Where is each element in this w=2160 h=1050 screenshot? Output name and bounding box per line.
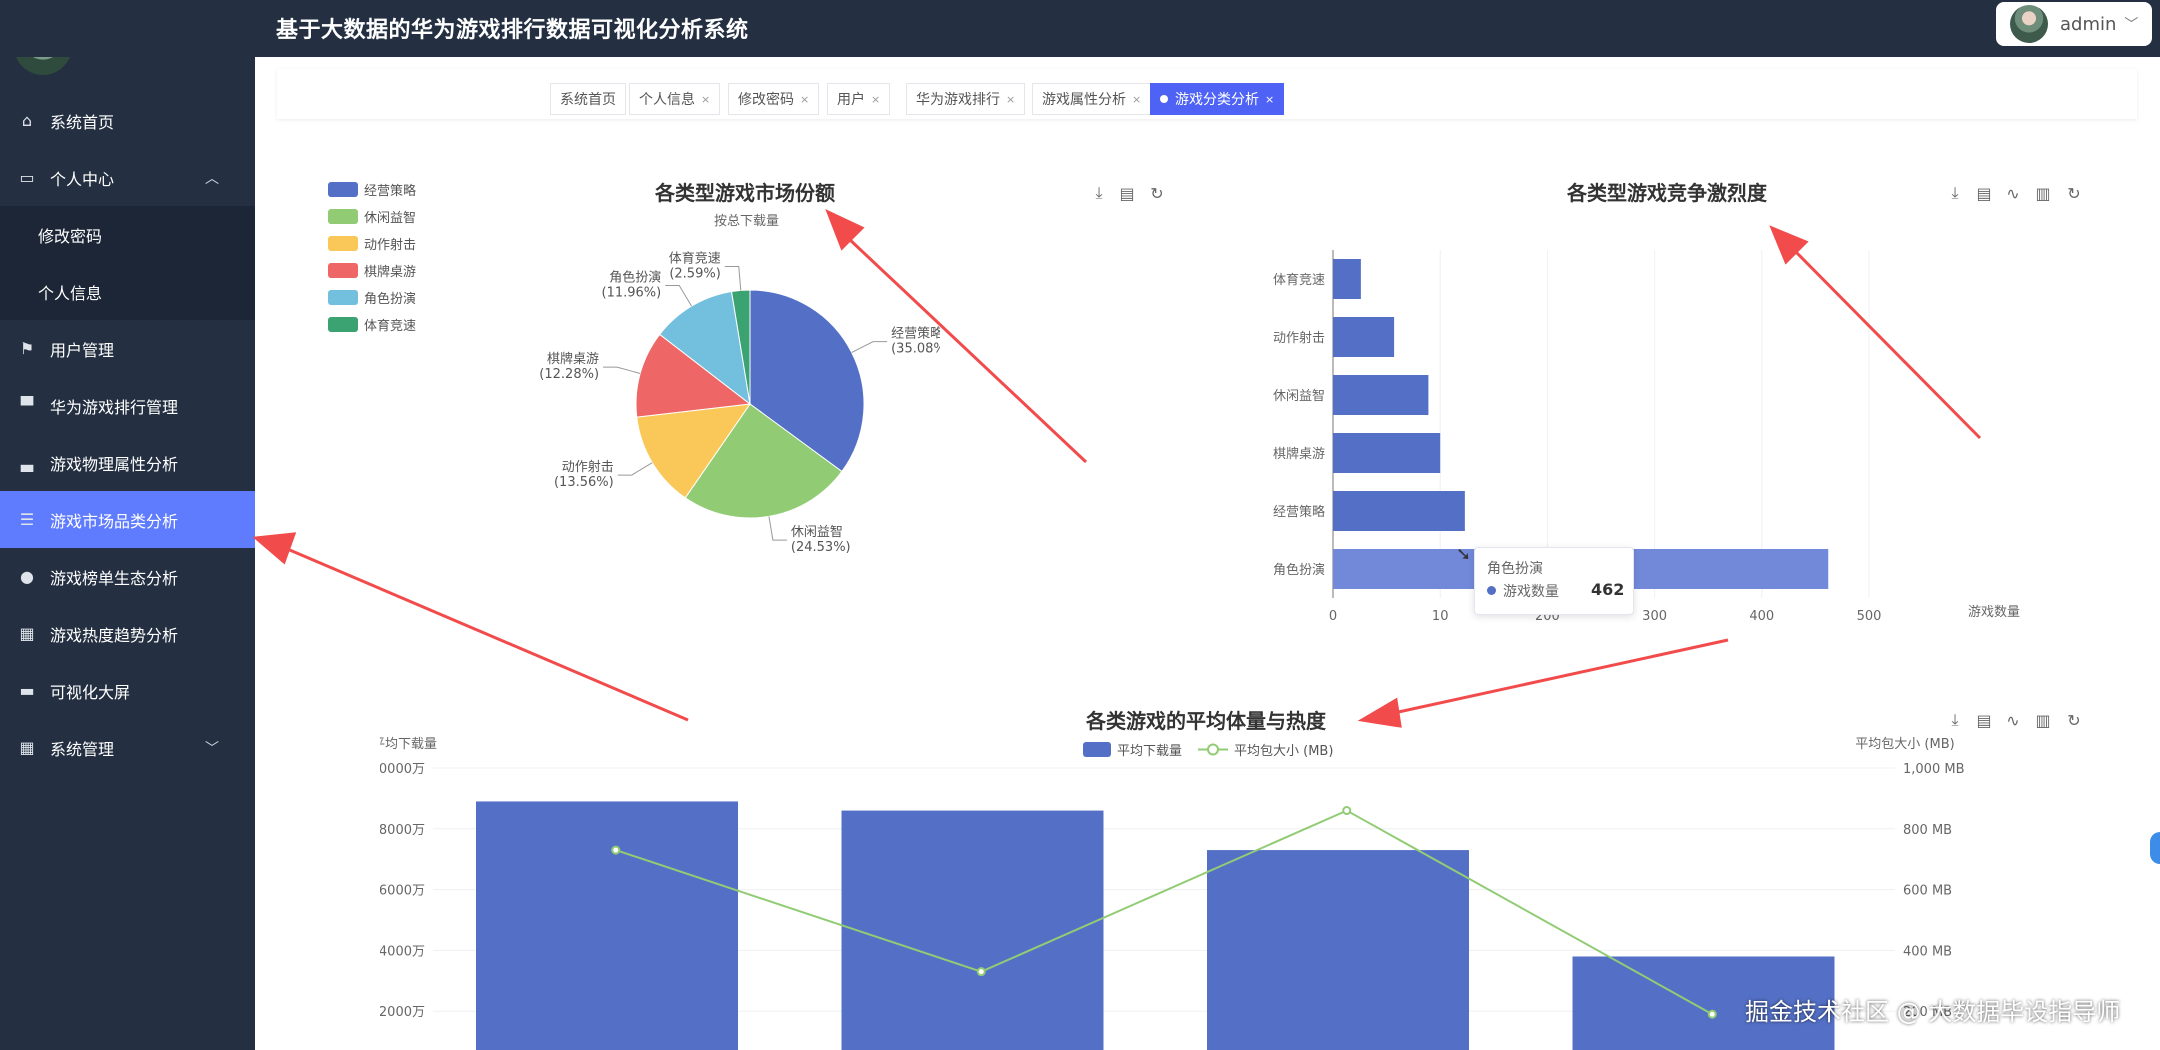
annotation-arrowhead <box>825 209 865 251</box>
watermark-text: 掘金技术社区 @ 大数据毕设指导师 <box>1745 998 2121 1026</box>
annotation-arrow <box>1792 248 1982 440</box>
annotation-arrow <box>1393 638 1729 715</box>
annotation-arrowhead <box>1357 697 1402 728</box>
annotation-arrow <box>284 546 689 722</box>
annotation-arrowhead <box>252 532 297 565</box>
annotation-arrow <box>846 236 1088 464</box>
annotation-overlay <box>252 209 1982 728</box>
side-scroll-handle[interactable] <box>2150 832 2160 864</box>
